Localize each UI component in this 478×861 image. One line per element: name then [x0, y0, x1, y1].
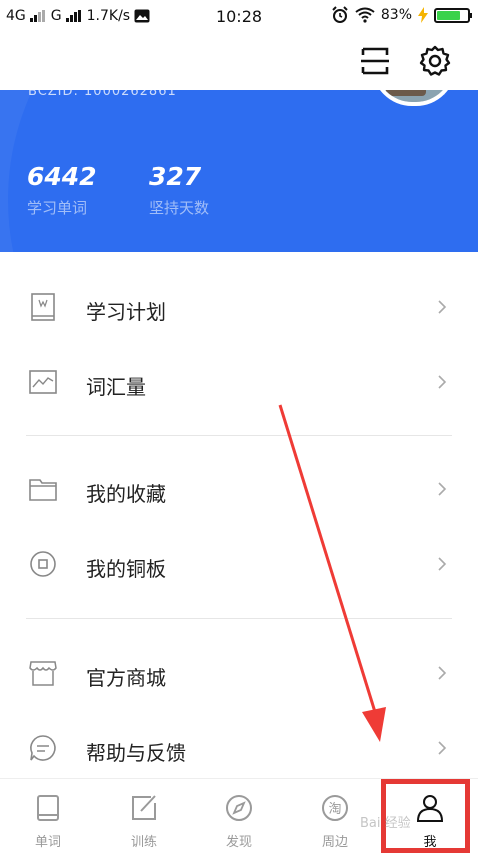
baidu-watermark: Bai 经验: [360, 816, 411, 831]
menu-item-favorites[interactable]: 我的收藏: [0, 452, 478, 528]
tab-label: 发现: [225, 835, 252, 850]
menu-item-help-feedback[interactable]: 帮助与反馈: [0, 711, 478, 787]
stat-streak-days[interactable]: 327 坚持天数: [149, 162, 209, 218]
menu-item-vocabulary[interactable]: 词汇量: [0, 345, 478, 421]
tao-icon: 淘: [322, 795, 348, 821]
menu-label: 我的铜板: [86, 557, 166, 581]
folder-icon: [29, 479, 57, 501]
user-id: BCZID: 1000262861: [28, 90, 177, 99]
charging-icon: [418, 7, 428, 23]
chevron-right-icon: [438, 557, 447, 571]
profile-top-bar: [0, 34, 478, 90]
menu-label: 学习计划: [86, 300, 166, 324]
tab-label: 单词: [34, 835, 61, 850]
divider: [26, 435, 452, 436]
status-bar: 4G G 1.7K/s 10:28 83%: [0, 0, 478, 34]
alarm-icon: [332, 6, 348, 23]
menu-label: 帮助与反馈: [86, 741, 186, 765]
divider: [26, 618, 452, 619]
tab-training[interactable]: 训练: [96, 779, 192, 861]
chat-icon: [30, 735, 56, 761]
chevron-right-icon: [438, 666, 447, 680]
chevron-right-icon: [438, 741, 447, 755]
battery-percent: 83%: [380, 7, 412, 23]
book-icon: [31, 293, 55, 321]
stat-label: 坚持天数: [149, 199, 210, 217]
menu-item-store[interactable]: 官方商城: [0, 636, 478, 712]
chevron-right-icon: [438, 300, 447, 314]
battery-icon: [434, 7, 472, 23]
menu-label: 我的收藏: [86, 482, 166, 506]
scan-icon[interactable]: [358, 44, 392, 78]
book-icon: [37, 795, 59, 821]
settings-gear-icon[interactable]: [418, 44, 452, 78]
menu-label: 词汇量: [86, 375, 146, 399]
chevron-right-icon: [438, 375, 447, 389]
stat-value: 327: [149, 162, 202, 191]
coin-icon: [30, 551, 56, 577]
wifi-icon: [355, 7, 375, 23]
status-right: 83%: [331, 6, 472, 24]
menu-item-coins[interactable]: 我的铜板: [0, 527, 478, 603]
tab-discover[interactable]: 发现: [191, 779, 287, 861]
store-icon: [29, 661, 57, 686]
stat-value: 6442: [27, 162, 97, 191]
tab-label: 周边: [321, 835, 348, 850]
chart-icon: [29, 370, 57, 394]
svg-text:淘: 淘: [328, 802, 341, 817]
stat-label: 学习单词: [27, 199, 88, 217]
menu-label: 官方商城: [86, 666, 166, 690]
tab-words[interactable]: 单词: [0, 779, 96, 861]
tab-label: 训练: [130, 835, 157, 850]
avatar[interactable]: [372, 90, 456, 106]
stat-learned-words[interactable]: 6442 学习单词: [27, 162, 97, 218]
chevron-right-icon: [438, 482, 447, 496]
compass-icon: [226, 795, 252, 821]
pencil-square-icon: [132, 795, 156, 820]
menu-item-study-plan[interactable]: 学习计划: [0, 270, 478, 346]
profile-header: BCZID: 1000262861 6442 学习单词 327 坚持天数: [0, 90, 478, 252]
